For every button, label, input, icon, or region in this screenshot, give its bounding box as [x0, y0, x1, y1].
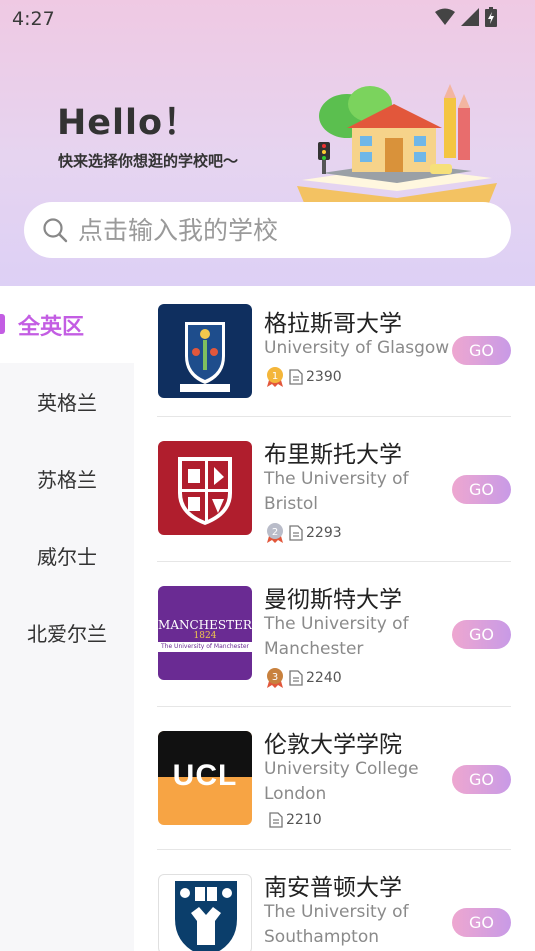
search-icon — [43, 218, 68, 243]
sidebar-item-label: 北爱尔兰 — [27, 622, 107, 646]
university-name-cn: 南安普顿大学 — [264, 875, 402, 901]
university-name-en: The University of Bristol — [264, 469, 409, 514]
university-name-cn: 曼彻斯特大学 — [264, 587, 402, 613]
university-name-cn: 格拉斯哥大学 — [264, 311, 402, 337]
ucl-wordmark: UCL — [172, 759, 238, 792]
wifi-icon — [435, 8, 455, 25]
document-icon — [269, 812, 283, 828]
document-icon — [289, 369, 303, 385]
document-icon — [289, 525, 303, 541]
rank-number: 3 — [272, 672, 278, 683]
crest-icon — [175, 881, 237, 951]
search-bar[interactable] — [24, 202, 511, 258]
region-sidebar: 全英区 英格兰 苏格兰 威尔士 北爱尔兰 — [0, 286, 134, 951]
rank-number: 1 — [272, 371, 278, 382]
manchester-wordmark: MANCHESTER — [158, 618, 252, 632]
school-book-illustration — [297, 84, 497, 216]
signal-icon — [461, 8, 479, 26]
search-input[interactable] — [78, 215, 478, 245]
rank-number: 2 — [272, 527, 278, 538]
university-card[interactable]: 布里斯托大学 The University of Bristol 2 2293 … — [157, 417, 511, 562]
article-count: 2293 — [306, 525, 342, 541]
rank-medal-icon: 2 — [267, 523, 283, 543]
greeting-subtitle: 快来选择你想逛的学校吧～ — [58, 152, 239, 170]
manchester-year: 1824 — [193, 631, 217, 641]
sidebar-item-all-uk[interactable]: 全英区 — [0, 286, 134, 363]
go-button[interactable]: GO — [452, 336, 511, 365]
university-logo — [158, 304, 252, 398]
battery-icon — [485, 7, 497, 27]
article-count: 2210 — [286, 812, 322, 828]
sidebar-item-label: 苏格兰 — [37, 468, 97, 492]
greeting-title: Hello！ — [57, 103, 200, 143]
rank-medal-icon: 1 — [267, 367, 283, 387]
sidebar-item-northern-ireland[interactable]: 北爱尔兰 — [0, 594, 134, 671]
sidebar-item-england[interactable]: 英格兰 — [0, 363, 134, 440]
sidebar-item-label: 威尔士 — [37, 545, 97, 569]
go-button[interactable]: GO — [452, 908, 511, 937]
sidebar-item-label: 全英区 — [18, 314, 85, 340]
document-icon — [289, 670, 303, 686]
university-meta: 2210 — [269, 812, 322, 828]
university-card[interactable]: UCL 伦敦大学学院 University College London 221… — [157, 707, 511, 850]
status-time: 4:27 — [12, 8, 55, 30]
university-card[interactable]: MANCHESTER 1824 The University of Manche… — [157, 562, 511, 707]
article-count: 2390 — [306, 369, 342, 385]
status-bar: 4:27 — [0, 0, 535, 36]
status-icons — [435, 7, 497, 27]
crest-icon — [180, 322, 230, 392]
university-logo: UCL — [158, 731, 252, 825]
university-logo: MANCHESTER 1824 The University of Manche… — [158, 586, 252, 680]
header-banner: 4:27 Hello！ 快来选择你想逛的学校吧～ — [0, 0, 535, 286]
university-name-en: University of Glasgow — [264, 338, 450, 358]
university-name-cn: 布里斯托大学 — [264, 442, 402, 468]
university-meta: 1 2390 — [264, 366, 342, 388]
active-indicator — [0, 314, 5, 334]
crest-icon — [178, 457, 232, 525]
university-logo — [158, 874, 252, 951]
university-name-en: The University of Manchester — [264, 614, 409, 659]
university-name-en: University College London — [264, 759, 419, 804]
sidebar-item-label: 英格兰 — [37, 391, 97, 415]
manchester-strip: The University of Manchester — [158, 642, 252, 652]
university-meta: 3 2240 — [264, 667, 342, 689]
article-count: 2240 — [306, 670, 342, 686]
sidebar-item-wales[interactable]: 威尔士 — [0, 517, 134, 594]
go-button[interactable]: GO — [452, 765, 511, 794]
university-meta: 2 2293 — [264, 522, 342, 544]
university-name-en: The University of Southampton — [264, 902, 409, 947]
go-button[interactable]: GO — [452, 475, 511, 504]
university-name-cn: 伦敦大学学院 — [264, 732, 402, 758]
sidebar-item-scotland[interactable]: 苏格兰 — [0, 440, 134, 517]
rank-medal-icon: 3 — [267, 668, 283, 688]
go-button[interactable]: GO — [452, 620, 511, 649]
university-card[interactable]: 格拉斯哥大学 University of Glasgow 1 2390 GO — [157, 286, 511, 417]
university-card[interactable]: 南安普顿大学 The University of Southampton GO — [157, 850, 511, 951]
university-logo — [158, 441, 252, 535]
